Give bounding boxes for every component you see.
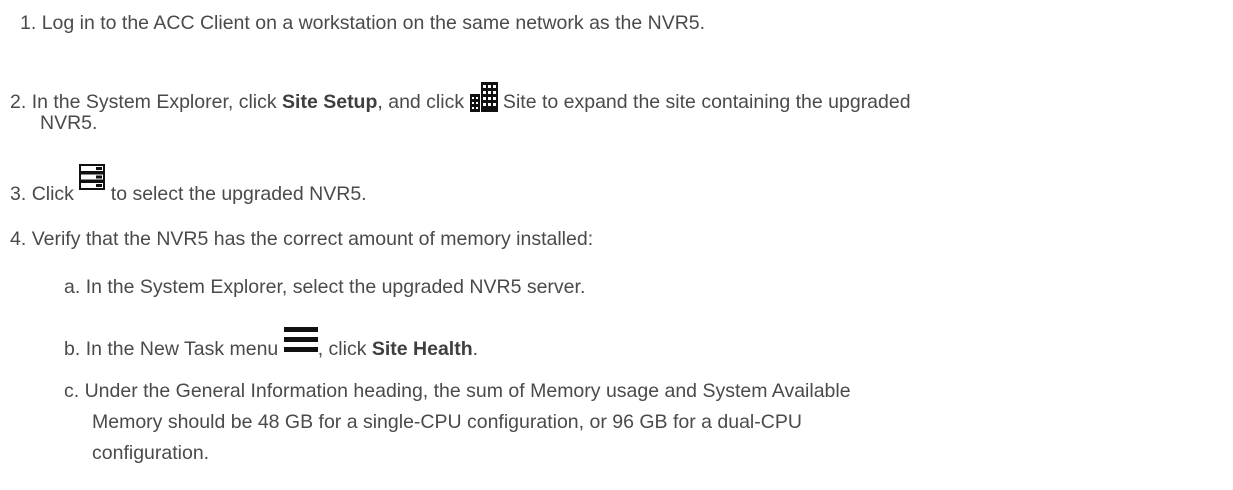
step-text-post: to select the upgraded NVR5. — [105, 183, 367, 205]
step-4: 4. Verify that the NVR5 has the correct … — [10, 226, 593, 252]
step-text-continued: NVR5. — [40, 112, 98, 134]
substep-letter: b. — [64, 338, 81, 360]
step-number: 4. — [10, 228, 27, 250]
step-text: Verify that the NVR5 has the correct amo… — [31, 228, 594, 250]
site-health-label: Site Health — [371, 338, 473, 360]
step-number: 2. — [10, 91, 27, 113]
instructions-document: 1. Log in to the ACC Client on a worksta… — [0, 0, 1233, 490]
step-text: Log in to the ACC Client on a workstatio… — [41, 12, 706, 34]
step-text-pre: Click — [31, 183, 80, 205]
step-2-continued: NVR5. — [40, 110, 97, 136]
substep-b: b. In the New Task menu , click Site Hea… — [64, 327, 479, 362]
substep-c-line-3: configuration. — [92, 440, 209, 466]
substep-text-post: , click — [317, 338, 372, 360]
substep-text-line-2: Memory should be 48 GB for a single-CPU … — [92, 411, 802, 433]
substep-text-line-3: configuration. — [92, 442, 210, 464]
step-number: 1. — [20, 12, 37, 34]
step-1: 1. Log in to the ACC Client on a worksta… — [20, 10, 705, 36]
building-icon — [469, 82, 498, 112]
substep-text-line-1: Under the General Information heading, t… — [84, 380, 851, 402]
substep-a: a. In the System Explorer, select the up… — [64, 274, 585, 300]
step-text-post: Site to expand the site containing the u… — [497, 91, 911, 113]
hamburger-menu-icon — [283, 327, 318, 353]
server-stack-icon — [79, 164, 106, 190]
step-3: 3. Click to select the upgraded NVR5. — [10, 164, 367, 207]
substep-c: c. Under the General Information heading… — [64, 378, 851, 404]
substep-letter: c. — [64, 380, 80, 402]
site-setup-label: Site Setup — [282, 91, 378, 113]
substep-text: In the System Explorer, select the upgra… — [85, 276, 586, 298]
substep-text-end: . — [472, 338, 479, 360]
substep-c-line-2: Memory should be 48 GB for a single-CPU … — [92, 409, 802, 435]
step-text-mid: , and click — [377, 91, 470, 113]
step-2: 2. In the System Explorer, click Site Se… — [10, 78, 911, 115]
substep-text-pre: In the New Task menu — [85, 338, 284, 360]
step-number: 3. — [10, 183, 27, 205]
substep-letter: a. — [64, 276, 81, 298]
